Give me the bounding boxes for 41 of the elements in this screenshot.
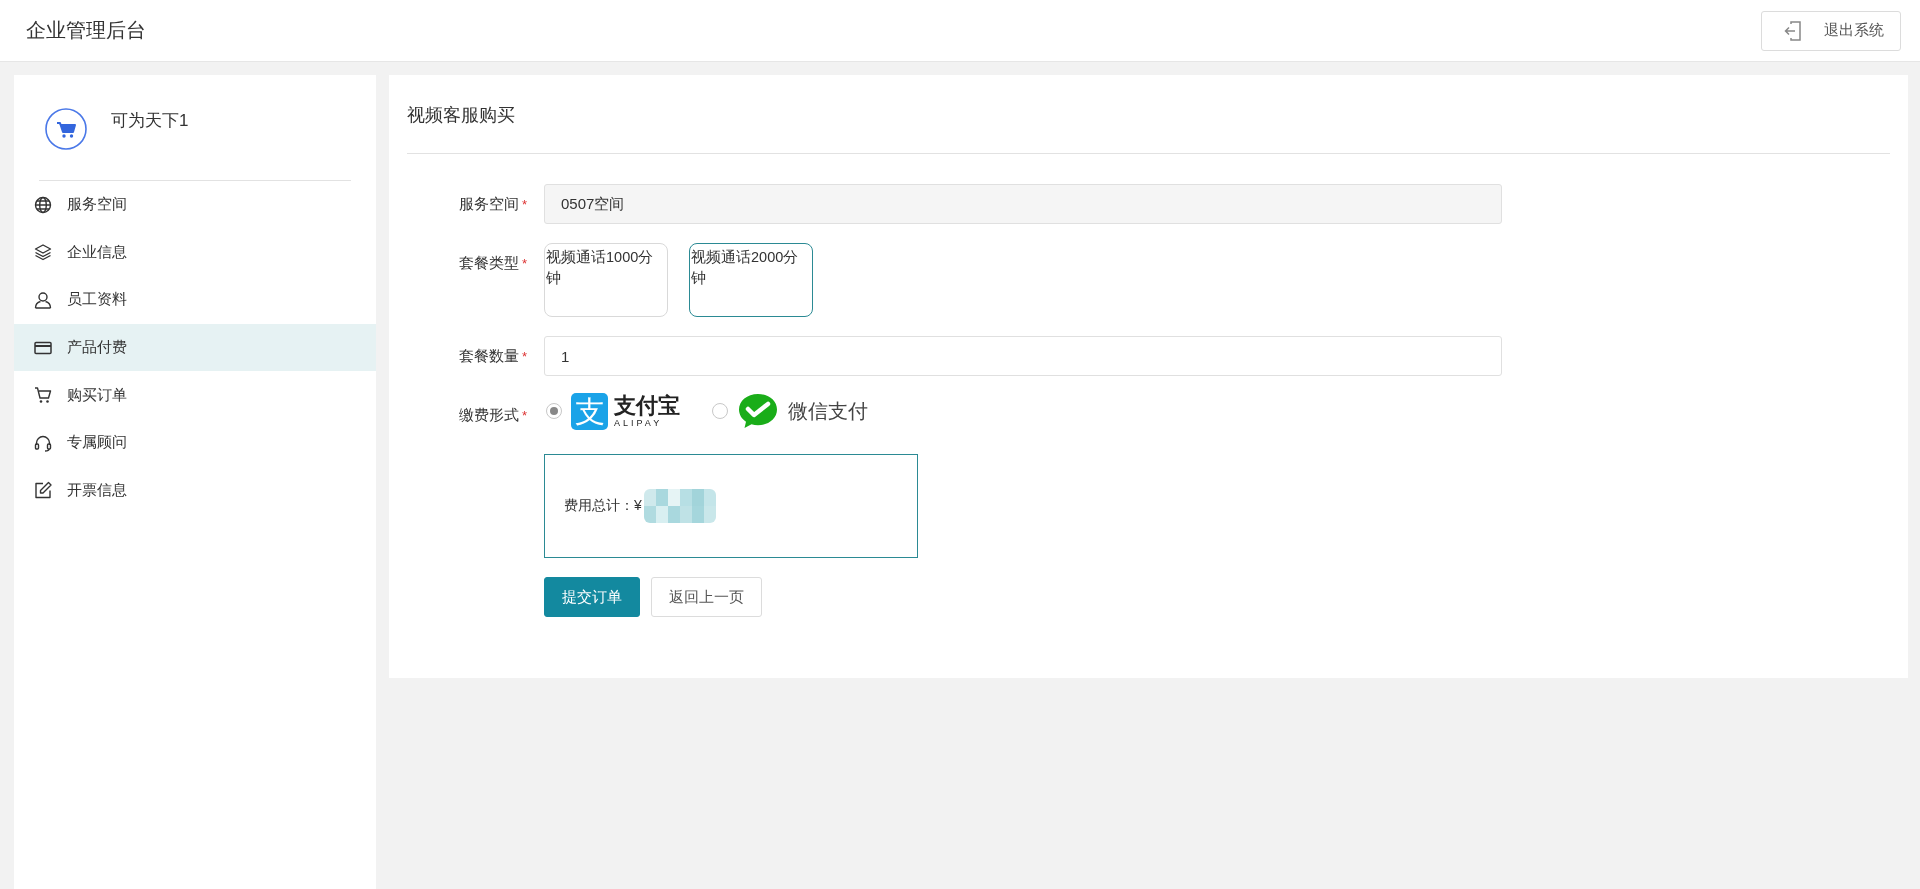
user-icon <box>34 291 52 309</box>
logout-button[interactable]: 退出系统 <box>1761 10 1901 51</box>
quantity-field[interactable]: 1 <box>544 336 1502 376</box>
alipay-wordmark: 支付宝 <box>614 393 680 418</box>
required-mark: * <box>521 407 527 423</box>
alipay-subtitle: ALIPAY <box>614 417 663 429</box>
menu-item[interactable]: 购买订单 <box>14 371 376 419</box>
field-label: 服务空间 <box>458 194 519 214</box>
menu-item[interactable]: 企业信息 <box>14 228 376 277</box>
total-label: 费用总计：¥ <box>564 497 642 515</box>
exit-door-icon <box>1784 20 1802 41</box>
menu-item[interactable]: 服务空间 <box>14 181 376 229</box>
alipay-logo: 支 <box>571 392 608 430</box>
page-title: 视频客服购买 <box>407 104 516 127</box>
submit-button[interactable]: 提交订单 <box>544 577 640 617</box>
app-title: 企业管理后台 <box>26 18 146 43</box>
package-card[interactable]: 视频通话2000分钟 <box>689 243 813 317</box>
menu-item[interactable]: 员工资料 <box>14 276 376 324</box>
field-label: 缴费形式 <box>458 405 519 425</box>
edit-icon <box>34 481 52 500</box>
radio-button[interactable] <box>712 403 728 419</box>
required-mark: * <box>521 255 527 271</box>
cart-avatar-icon <box>44 107 88 151</box>
globe-icon <box>34 195 52 214</box>
menu-item[interactable]: 产品付费 <box>14 323 376 372</box>
required-mark: * <box>521 196 527 212</box>
account-name: 可为天下1 <box>111 110 189 132</box>
wechat-chat-icon <box>737 392 779 430</box>
field-label: 套餐类型 <box>458 253 519 273</box>
cart-icon <box>34 386 52 405</box>
required-mark: * <box>521 348 527 364</box>
menu-item[interactable]: 开票信息 <box>14 466 376 515</box>
space-field: 0507空间 <box>544 184 1502 224</box>
layers-icon <box>34 243 52 262</box>
package-card[interactable]: 视频通话1000分钟 <box>544 243 668 317</box>
back-button[interactable]: 返回上一页 <box>651 577 762 617</box>
wechat-pay-label: 微信支付 <box>788 398 868 424</box>
field-label: 套餐数量 <box>458 346 519 366</box>
radio-button[interactable] <box>546 403 562 419</box>
headset-icon <box>34 433 52 452</box>
menu-item[interactable]: 专属顾问 <box>14 418 376 467</box>
